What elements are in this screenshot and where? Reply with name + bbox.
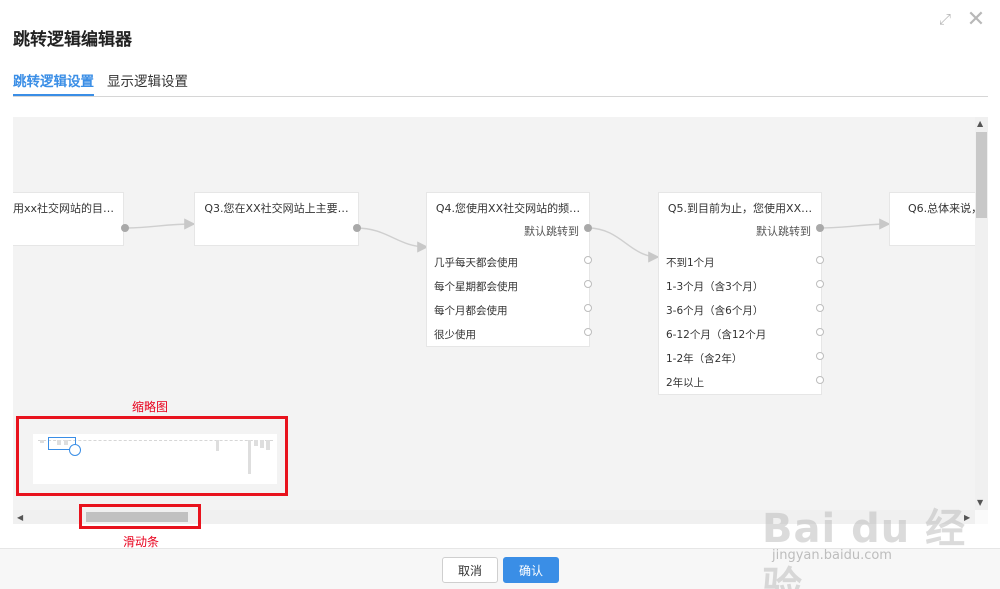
dialog-title: 跳转逻辑编辑器 — [13, 30, 132, 50]
cancel-button[interactable]: 取消 — [442, 557, 498, 583]
node-title: Q4.您使用XX社交网站的频… — [435, 202, 581, 215]
minimap-node-mark — [266, 440, 270, 450]
option-label: 2年以上 — [666, 377, 705, 389]
minimap-node-mark — [40, 440, 44, 443]
option-port[interactable] — [584, 256, 592, 264]
tab-jump-logic[interactable]: 跳转逻辑设置 — [13, 70, 94, 96]
minimap-node-mark — [254, 440, 258, 446]
confirm-button[interactable]: 确认 — [503, 557, 559, 583]
option-port[interactable] — [816, 304, 824, 312]
option-port[interactable] — [584, 304, 592, 312]
tab-bar: 跳转逻辑设置 显示逻辑设置 — [13, 66, 988, 97]
node-title: Q6.总体来说，您 — [908, 202, 975, 215]
scroll-up-icon[interactable]: ▲ — [977, 119, 983, 128]
question-node[interactable]: Q3.您在XX社交网站上主要… — [194, 192, 359, 246]
option-label: 每个星期都会使用 — [434, 281, 518, 293]
edge-q4-q5 — [587, 227, 660, 263]
default-jump-label: 默认跳转到 — [524, 225, 579, 238]
option-label: 不到1个月 — [666, 257, 715, 269]
minimap-node-mark — [216, 440, 219, 451]
option-label: 1-2年（含2年） — [666, 353, 743, 365]
node-title: Q5.到目前为止，您使用XX… — [667, 202, 813, 215]
default-output-port[interactable] — [816, 224, 824, 232]
question-node[interactable]: Q6.总体来说，您 — [889, 192, 975, 246]
option-label: 6-12个月（含12个月 — [666, 329, 767, 341]
node-output-port[interactable] — [121, 224, 129, 232]
minimap-node-mark — [260, 440, 264, 448]
scrollbar-corner — [975, 510, 988, 524]
node-title: 使用xx社交网站的目… — [13, 202, 115, 215]
option-port[interactable] — [816, 280, 824, 288]
edge-q3-q4 — [355, 227, 429, 253]
expand-icon[interactable]: ⤢ — [934, 8, 956, 30]
option-label: 3-6个月（含6个月） — [666, 305, 764, 317]
option-port[interactable] — [816, 376, 824, 384]
edge-q2-q3 — [124, 218, 196, 230]
scroll-down-icon[interactable]: ▼ — [977, 498, 983, 507]
tab-display-logic[interactable]: 显示逻辑设置 — [107, 70, 188, 96]
option-port[interactable] — [816, 352, 824, 360]
option-label: 1-3个月（含3个月） — [666, 281, 764, 293]
dialog-footer — [0, 548, 1000, 589]
edge-q5-q6 — [819, 218, 891, 230]
vertical-scroll-thumb[interactable] — [976, 132, 987, 218]
option-label: 很少使用 — [434, 329, 476, 341]
question-node[interactable]: Q5.到目前为止，您使用XX… 默认跳转到 不到1个月 1-3个月（含3个月） … — [658, 192, 822, 395]
minimap-annotation: 缩略图 — [132, 400, 169, 414]
node-title: Q3.您在XX社交网站上主要… — [204, 202, 349, 215]
option-port[interactable] — [584, 280, 592, 288]
default-output-port[interactable] — [584, 224, 592, 232]
question-node[interactable]: Q4.您使用XX社交网站的频… 默认跳转到 几乎每天都会使用 每个星期都会使用 … — [426, 192, 590, 347]
option-label: 每个月都会使用 — [434, 305, 508, 317]
option-label: 几乎每天都会使用 — [434, 257, 518, 269]
scroll-right-icon[interactable]: ▶ — [964, 513, 970, 522]
scrollbar-highlight-frame — [79, 504, 201, 529]
minimap-resize-handle[interactable] — [69, 444, 81, 456]
option-port[interactable] — [816, 328, 824, 336]
option-port[interactable] — [584, 328, 592, 336]
close-icon[interactable]: ✕ — [965, 7, 987, 32]
option-port[interactable] — [816, 256, 824, 264]
default-jump-label: 默认跳转到 — [756, 225, 811, 238]
scroll-left-icon[interactable]: ◀ — [17, 513, 23, 522]
question-node[interactable]: 使用xx社交网站的目… — [13, 192, 124, 246]
node-output-port[interactable] — [353, 224, 361, 232]
minimap-node-mark — [248, 440, 251, 474]
